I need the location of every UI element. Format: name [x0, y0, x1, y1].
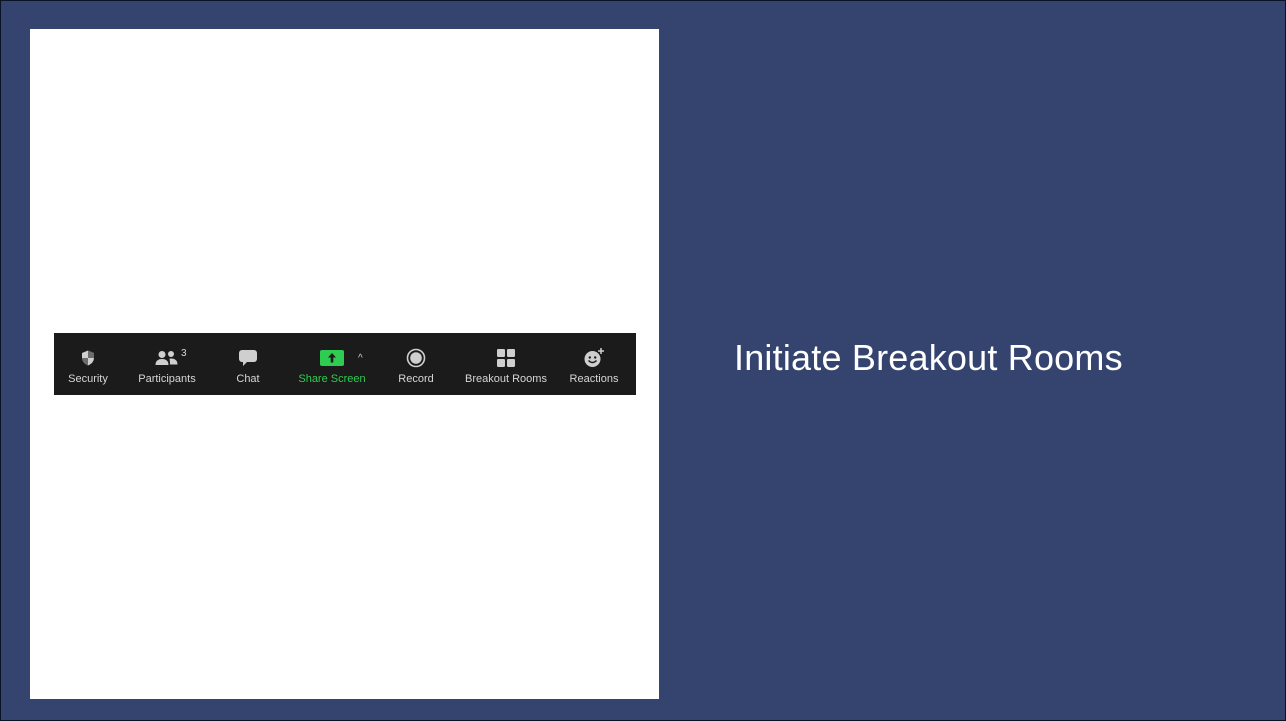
slide: Security 3 Participants Chat ^ Share Scr… [0, 0, 1286, 721]
record-icon [406, 347, 426, 369]
security-button[interactable]: Security [54, 333, 122, 395]
screenshot-panel: Security 3 Participants Chat ^ Share Scr… [30, 29, 659, 699]
chat-label: Chat [236, 373, 260, 385]
participants-label: Participants [138, 373, 196, 385]
participants-count: 3 [181, 348, 187, 359]
meeting-toolbar: Security 3 Participants Chat ^ Share Scr… [54, 333, 636, 395]
breakout-rooms-icon [497, 347, 515, 369]
share-screen-label: Share Screen [298, 373, 366, 385]
participants-button[interactable]: 3 Participants [122, 333, 212, 395]
security-label: Security [68, 373, 108, 385]
record-button[interactable]: Record [380, 333, 452, 395]
reactions-button[interactable]: Reactions [560, 333, 628, 395]
chat-icon [238, 347, 258, 369]
chat-button[interactable]: Chat [212, 333, 284, 395]
share-screen-button[interactable]: ^ Share Screen [284, 333, 380, 395]
reactions-label: Reactions [569, 373, 619, 385]
reactions-icon [583, 347, 605, 369]
shield-icon [81, 347, 95, 369]
breakout-rooms-button[interactable]: Breakout Rooms [452, 333, 560, 395]
record-label: Record [398, 373, 434, 385]
participants-icon [155, 347, 179, 369]
slide-title: Initiate Breakout Rooms [734, 337, 1123, 378]
breakout-rooms-label: Breakout Rooms [465, 373, 547, 385]
share-options-chevron-icon[interactable]: ^ [358, 353, 363, 364]
share-screen-icon [320, 347, 344, 369]
